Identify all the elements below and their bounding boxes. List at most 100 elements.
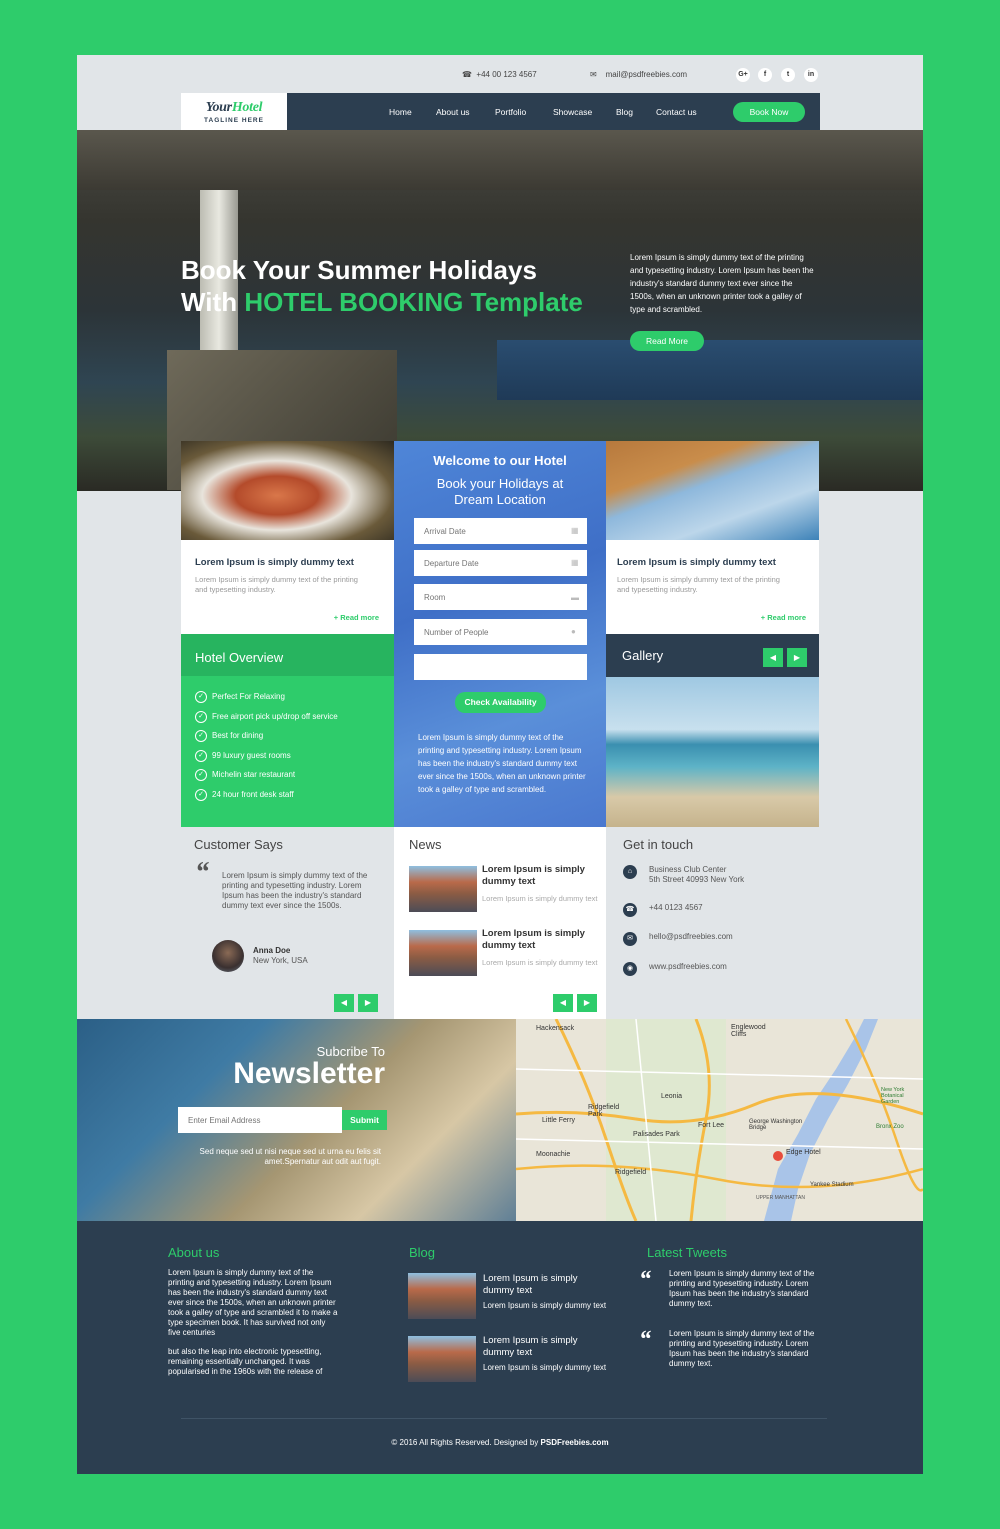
map-label: UPPER MANHATTAN — [756, 1195, 805, 1201]
newsletter-submit-button[interactable]: Submit — [342, 1110, 387, 1130]
booking-sub1: Book your Holidays at — [436, 476, 564, 491]
hero-title-line2: With HOTEL BOOKING Template — [181, 286, 621, 318]
contact-web[interactable]: ◉ www.psdfreebies.com — [623, 962, 727, 976]
home-icon: ⌂ — [623, 865, 637, 879]
map-label: Fort Lee — [698, 1122, 725, 1129]
contact-phone-text: +44 0123 4567 — [649, 903, 703, 912]
news-section: News Lorem Ipsum is simply dummy text Lo… — [394, 827, 606, 1019]
phone-contact: ☎ +44 00 123 4567 — [462, 70, 537, 79]
copyright-text: © 2016 All Rights Reserved. Designed by — [391, 1438, 539, 1447]
list-item: ✓ 24 hour front desk staff — [195, 789, 294, 801]
people-input[interactable] — [414, 619, 587, 645]
blog-item-text: Lorem Ipsum is simply dummy text — [483, 1301, 607, 1310]
blog-thumbnail[interactable] — [408, 1336, 476, 1382]
nav-contact[interactable]: Contact us — [656, 107, 697, 117]
map-label: Moonachie — [536, 1151, 571, 1158]
book-now-button[interactable]: Book Now — [733, 102, 805, 122]
room-input[interactable] — [414, 584, 587, 610]
copyright: © 2016 All Rights Reserved. Designed by … — [77, 1438, 923, 1447]
news-item-text: Lorem Ipsum is simply dummy text — [482, 894, 598, 903]
customer-name: Anna Doe — [253, 946, 291, 955]
facebook-icon[interactable]: f — [758, 68, 772, 82]
hero-title-line1: Book Your Summer Holidays — [181, 255, 537, 285]
footer-blog-title: Blog — [409, 1245, 436, 1260]
check-availability-button[interactable]: Check Availability — [455, 692, 546, 713]
phone-icon: ☎ — [462, 70, 472, 79]
page: ☎ +44 00 123 4567 ✉ mail@psdfreebies.com… — [77, 55, 923, 1474]
nav-showcase[interactable]: Showcase — [553, 107, 592, 117]
hero-text: Lorem Ipsum is simply dummy text of the … — [630, 253, 814, 314]
booking-sub2: Dream Location — [454, 492, 546, 507]
contact-web-text: www.psdfreebies.com — [649, 962, 727, 971]
food-image — [181, 441, 394, 540]
nav-about[interactable]: About us — [436, 107, 470, 117]
booking-text: Lorem Ipsum is simply dummy text of the … — [418, 733, 586, 794]
testimonial-text: Lorem Ipsum is simply dummy text of the … — [222, 871, 368, 910]
blog-thumbnail[interactable] — [408, 1273, 476, 1319]
hero-sea — [497, 340, 923, 400]
hero-ceiling — [77, 130, 923, 190]
testimonial-prev-button[interactable]: ◀ — [334, 994, 354, 1012]
news-item-title[interactable]: Lorem Ipsum is simply dummy text — [482, 928, 597, 952]
designer-link[interactable]: PSDFreebies.com — [541, 1438, 609, 1447]
check-icon: ✓ — [195, 730, 207, 742]
logo-your: Your — [205, 100, 232, 115]
calendar-icon: ▦ — [571, 558, 579, 567]
news-item-title[interactable]: Lorem Ipsum is simply dummy text — [482, 864, 597, 888]
address-line2: 5th Street 40993 New York — [649, 875, 745, 884]
footer-tweets-title: Latest Tweets — [647, 1245, 727, 1260]
read-more-button[interactable]: Read More — [630, 331, 704, 351]
nav-blog[interactable]: Blog — [616, 107, 633, 117]
card-title: Lorem Ipsum is simply dummy text — [617, 557, 776, 568]
mail-icon: ✉ — [590, 70, 597, 79]
tweet-text: Lorem Ipsum is simply dummy text of the … — [669, 1269, 815, 1308]
newsletter-title: Newsletter — [233, 1057, 385, 1090]
location-map[interactable]: Hackensack Englewood Cliffs Leonia Ridge… — [516, 1019, 923, 1221]
card-read-more[interactable]: + Read more — [334, 613, 379, 622]
twitter-icon[interactable]: t — [781, 68, 795, 82]
map-label: Ridgefield Park — [588, 1104, 620, 1118]
newsletter-text: Sed neque sed ut nisi neque sed ut urna … — [199, 1147, 381, 1166]
footer-about-title: About us — [168, 1245, 220, 1260]
footer-about-text: Lorem Ipsum is simply dummy text of the … — [168, 1268, 338, 1337]
map-label: Hackensack — [536, 1025, 575, 1032]
news-thumbnail[interactable] — [409, 930, 477, 976]
arrival-date-input[interactable] — [414, 518, 587, 544]
gallery-next-button[interactable]: ▶ — [787, 648, 807, 667]
logo-hotel: Hotel — [231, 100, 263, 115]
blog-item-title[interactable]: Lorem Ipsum is simply dummy text — [483, 1273, 603, 1297]
gallery-prev-button[interactable]: ◀ — [763, 648, 783, 667]
calendar-icon: ▦ — [571, 526, 579, 535]
news-next-button[interactable]: ▶ — [577, 994, 597, 1012]
linkedin-icon[interactable]: in — [804, 68, 818, 82]
site-logo[interactable]: YourHotel TAGLINE HERE — [181, 93, 287, 130]
nav-portfolio[interactable]: Portfolio — [495, 107, 526, 117]
phone-text: +44 00 123 4567 — [476, 70, 537, 79]
booking-panel: Welcome to our Hotel Book your Holidays … — [394, 441, 606, 827]
contact-email[interactable]: ✉ hello@psdfreebies.com — [623, 932, 733, 946]
card-read-more[interactable]: + Read more — [761, 613, 806, 622]
newsletter-email-input[interactable] — [178, 1107, 342, 1133]
email-contact[interactable]: ✉ mail@psdfreebies.com — [590, 70, 687, 79]
contact-address: ⌂ Business Club Center 5th Street 40993 Ne… — [623, 865, 744, 885]
blog-item-title[interactable]: Lorem Ipsum is simply dummy text — [483, 1335, 603, 1359]
map-label: Ridgefield — [615, 1169, 647, 1176]
quote-icon: “ — [639, 1327, 651, 1353]
google-plus-icon[interactable]: G+ — [736, 68, 750, 82]
check-icon: ✓ — [195, 691, 207, 703]
list-item: ✓ Michelin star restaurant — [195, 769, 295, 781]
extra-input[interactable] — [414, 654, 587, 680]
departure-date-input[interactable] — [414, 550, 587, 576]
map-graphic — [516, 1019, 923, 1221]
list-item: ✓ Best for dining — [195, 730, 263, 742]
news-thumbnail[interactable] — [409, 866, 477, 912]
check-icon: ✓ — [195, 789, 207, 801]
address-block: Business Club Center 5th Street 40993 New… — [649, 865, 744, 885]
logo-tagline: TAGLINE HERE — [204, 117, 264, 124]
news-prev-button[interactable]: ◀ — [553, 994, 573, 1012]
hero-title-highlight: HOTEL BOOKING Template — [244, 287, 583, 317]
avatar — [212, 940, 244, 972]
testimonial-next-button[interactable]: ▶ — [358, 994, 378, 1012]
get-in-touch-title: Get in touch — [623, 837, 694, 852]
nav-home[interactable]: Home — [389, 107, 412, 117]
